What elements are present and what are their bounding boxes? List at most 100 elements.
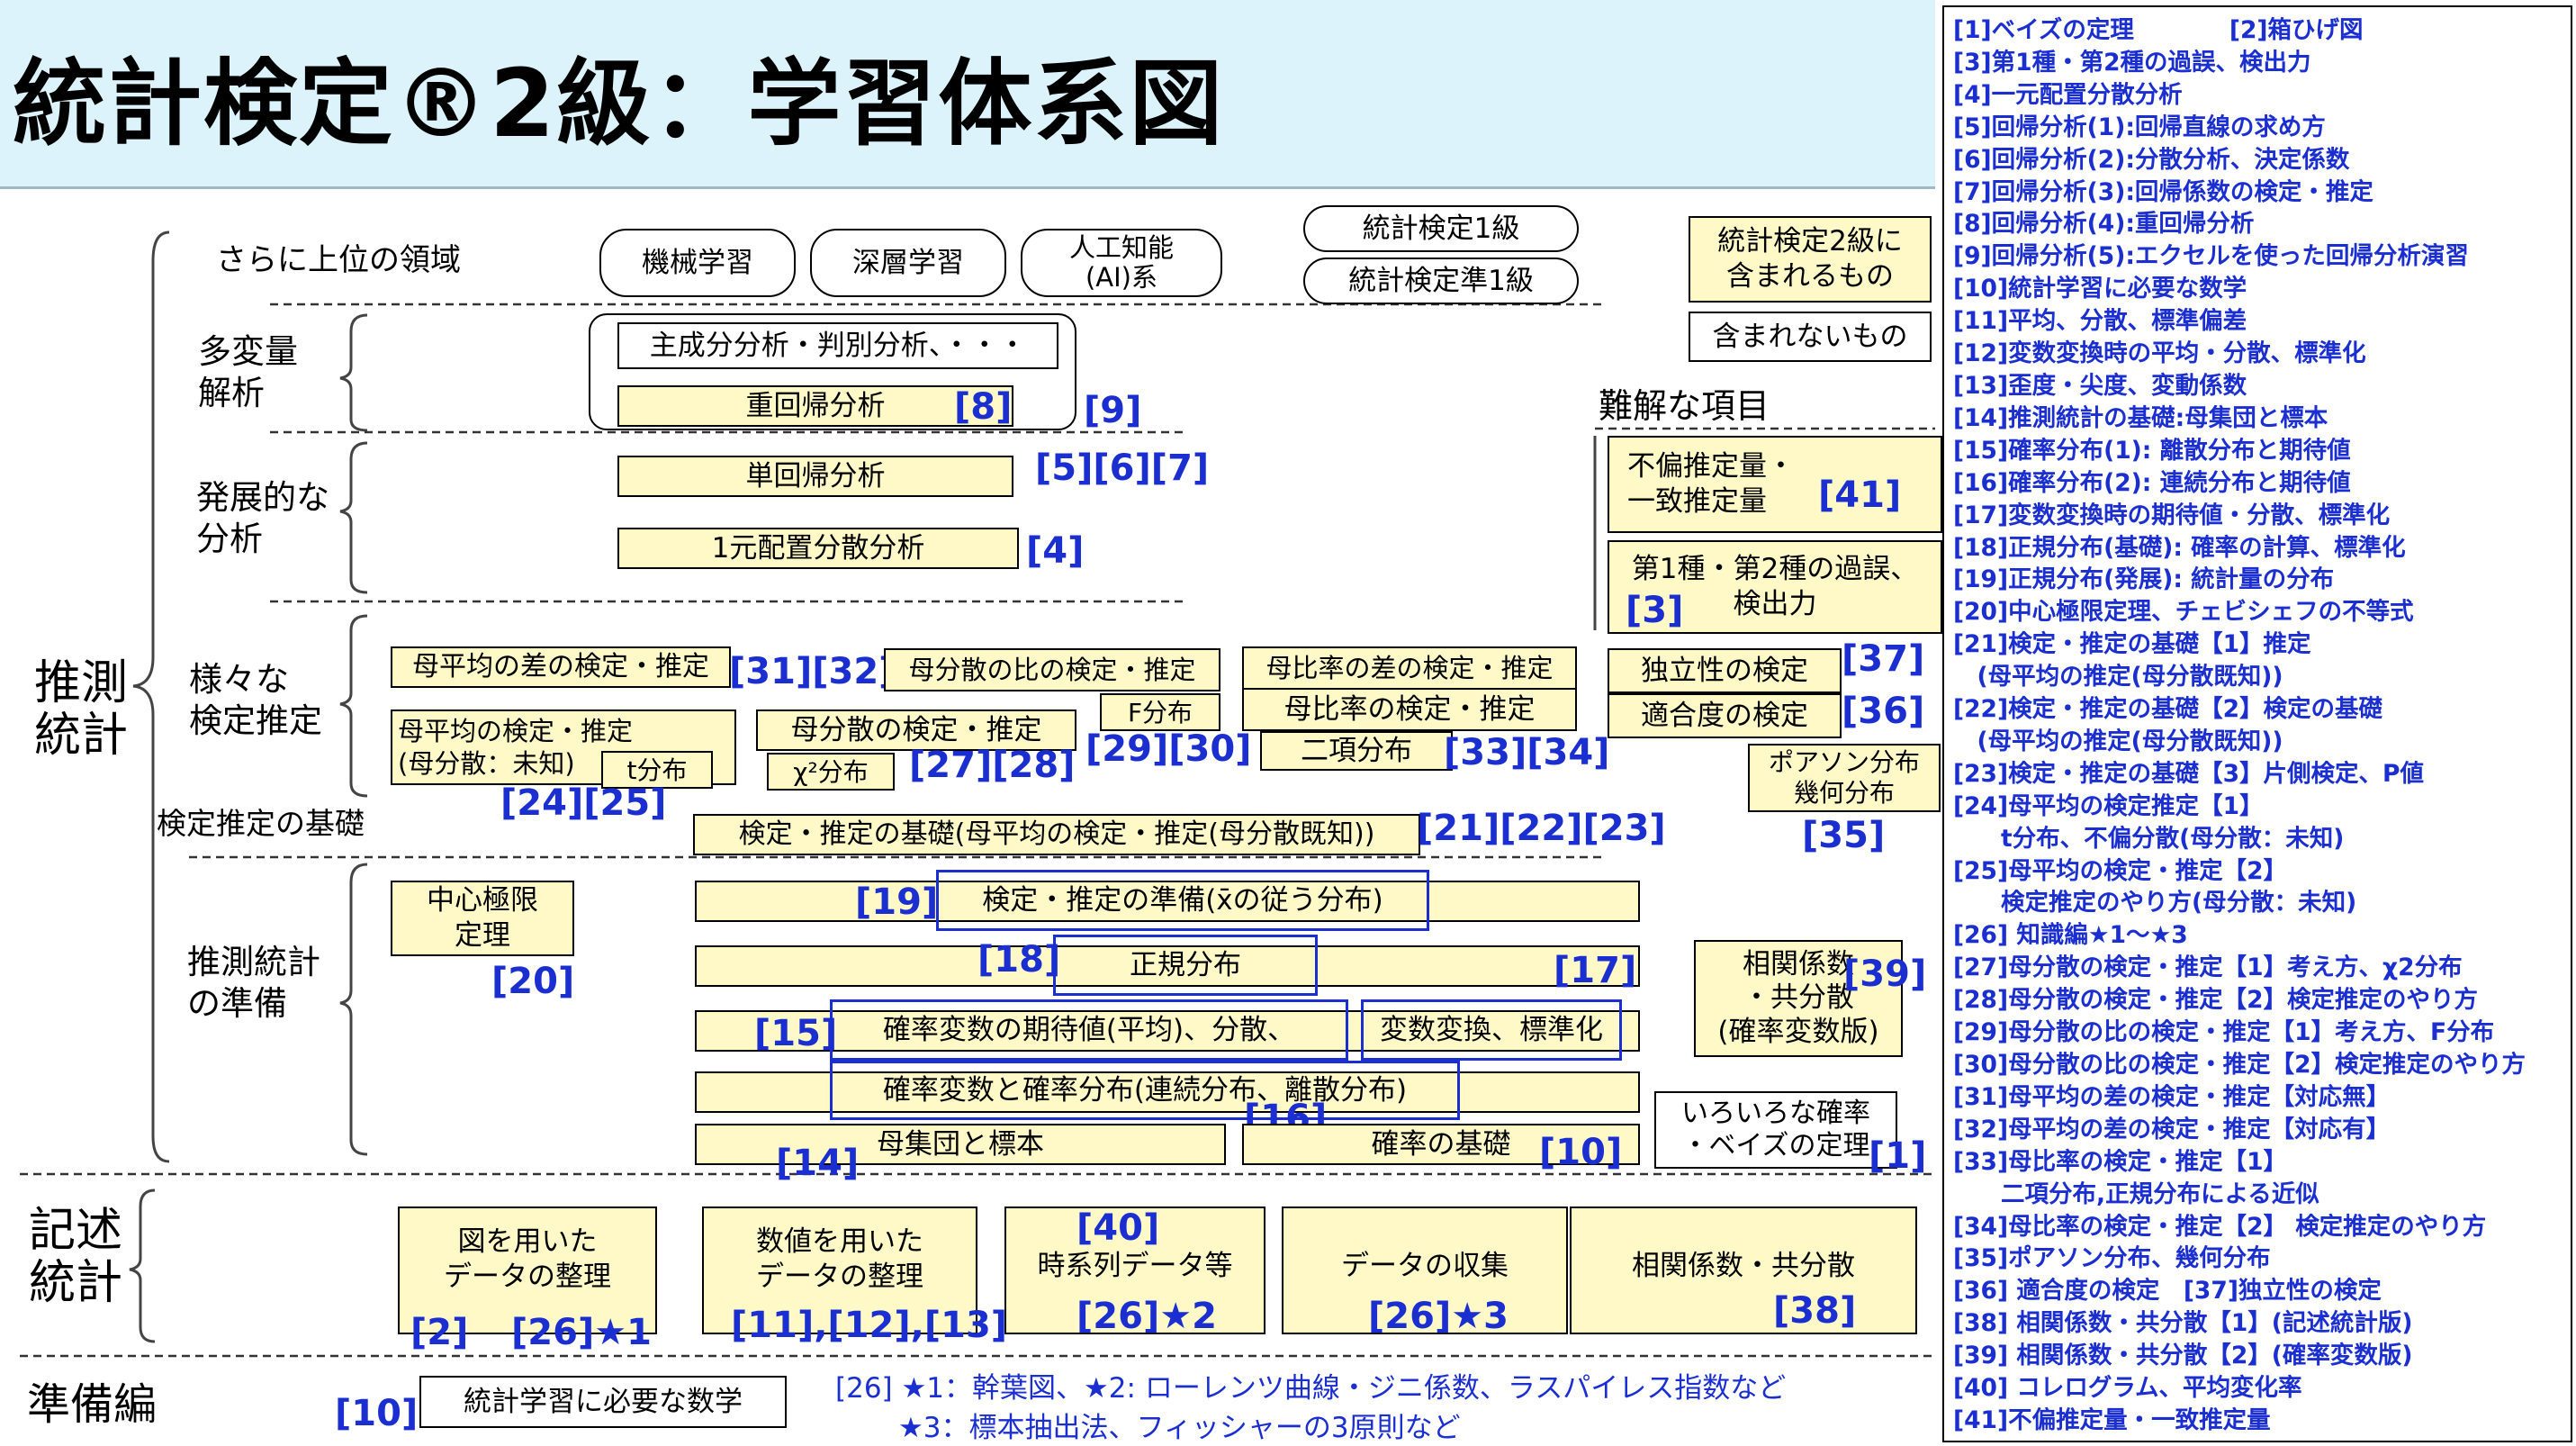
box-prep-xbar: 検定・推定の準備(x̄の従う分布) [936, 870, 1429, 931]
index-item: [13]歪度・尖度、変動係数 [1953, 371, 2247, 400]
box-chi-square-distribution: χ²分布 [767, 753, 895, 791]
box-poisson: ポアソン分布 幾何分布 [1748, 744, 1941, 812]
index-panel: [1]ベイズの定理 [2]箱ひげ図 [3]第1種・第2種の過誤、検出力 [4]一元配… [1942, 5, 2572, 1442]
box-pre-grade1: 統計検定準1級 [1303, 258, 1579, 304]
index-item: [11]平均、分散、標準偏差 [1953, 307, 2247, 336]
ref-18: [18] [977, 939, 1061, 981]
box-ai: 人工知能 (AI)系 [1021, 229, 1222, 297]
ref-38: [38] [1773, 1290, 1857, 1332]
index-item: [17]変数変換時の期待値・分散、標準化 [1953, 501, 2391, 529]
ref-26-star3: [26]★3 [1368, 1296, 1509, 1337]
index-item: (母平均の推定(母分散既知)) [1953, 727, 2283, 755]
brace-prep [339, 863, 368, 1156]
index-item: [9]回帰分析(5):エクセルを使った回帰分析演習 [1953, 242, 2469, 271]
index-item: 検定推定のやり方(母分散：未知) [1953, 889, 2357, 917]
ref-14: [14] [776, 1143, 860, 1184]
section-various-tests: 様々な 検定推定 [189, 660, 322, 741]
index-item: (母平均の推定(母分散既知)) [1953, 663, 2283, 691]
brace-multivariate [339, 313, 368, 432]
index-item: [29]母分散の比の検定・推定【1】考え方、F分布 [1953, 1018, 2495, 1047]
ref-33-34: [33][34] [1444, 732, 1610, 773]
box-anova: 1元配置分散分析 [617, 528, 1019, 569]
brace-various [339, 614, 368, 798]
box-test-basics: 検定・推定の基礎(母平均の検定・推定(母分散既知)) [693, 814, 1420, 855]
index-item: [31]母平均の差の検定・推定【対応無】 [1953, 1082, 2391, 1111]
section-inference-prep: 推測統計 の準備 [187, 943, 320, 1024]
index-item: [3]第1種・第2種の過誤、検出力 [1953, 48, 2311, 77]
ref-10-math: [10] [335, 1393, 419, 1434]
index-item: [25]母平均の検定・推定【2】 [1953, 856, 2288, 885]
ref-17: [17] [1554, 950, 1637, 991]
ref-41: [41] [1818, 474, 1902, 516]
box-mean-difference: 母平均の差の検定・推定 [391, 646, 731, 688]
box-proportion-difference: 母比率の差の検定・推定 [1242, 646, 1577, 690]
index-item: [30]母分散の比の検定・推定【2】検定推定のやり方 [1953, 1051, 2526, 1079]
index-item: [5]回帰分析(1):回帰直線の求め方 [1953, 113, 2326, 141]
ref-8: [8] [954, 386, 1013, 428]
section-higher: さらに上位の領域 [216, 242, 461, 278]
index-item: [38] 相関係数・共分散【1】(記述統計版) [1953, 1309, 2413, 1338]
legend-not-included: 含まれないもの [1689, 312, 1932, 362]
box-normal: 正規分布 [1053, 935, 1318, 996]
index-item: [1]ベイズの定理 [2]箱ひげ図 [1953, 16, 2364, 44]
box-grade1: 統計検定1級 [1303, 205, 1579, 252]
ref-15: [15] [754, 1013, 838, 1054]
index-item: [32]母平均の差の検定・推定【対応有】 [1953, 1115, 2391, 1143]
section-descriptive: 記述 統計 [29, 1204, 123, 1311]
box-math: 統計学習に必要な数学 [419, 1376, 787, 1428]
ref-35: [35] [1802, 815, 1886, 856]
index-item: [24]母平均の検定推定【1】 [1953, 791, 2264, 820]
footnote-line1: [26] ★1：幹葉図、★2: ローレンツ曲線・ジニ係数、ラスパイレス指数など [835, 1372, 1787, 1405]
ref-5-6-7: [5][6][7] [1035, 447, 1210, 489]
ref-10-basics: [10] [1539, 1132, 1623, 1173]
index-item: [27]母分散の検定・推定【1】考え方、χ2分布 [1953, 953, 2463, 982]
box-pca: 主成分分析・判別分析、・・・ [617, 322, 1058, 369]
box-goodness-of-fit: 適合度の検定 [1608, 693, 1842, 738]
ref-20: [20] [491, 961, 575, 1002]
ref-26-star1: [26]★1 [511, 1312, 652, 1353]
ref-11-12-13: [11],[12],[13] [731, 1305, 1008, 1346]
index-item: [39] 相関係数・共分散【2】(確率変数版) [1953, 1342, 2413, 1370]
section-preparation: 準備編 [27, 1379, 158, 1430]
box-distribution: 確率変数と確率分布(連続分布、離散分布) [830, 1061, 1460, 1120]
section-multivariate: 多変量 解析 [198, 332, 298, 413]
index-item: [8]回帰分析(4):重回帰分析 [1953, 210, 2255, 239]
index-item: 二項分布,正規分布による近似 [1953, 1179, 2319, 1208]
ref-4: [4] [1026, 530, 1085, 572]
index-item: [16]確率分布(2): 連続分布と期待値 [1953, 468, 2351, 497]
index-item: [14]推測統計の基礎:母集団と標本 [1953, 403, 2328, 432]
box-bayes: いろいろな確率 ・ベイズの定理 [1654, 1091, 1897, 1169]
ref-39: [39] [1843, 953, 1927, 995]
ref-2: [2] [410, 1312, 469, 1353]
index-item: [41]不偏推定量・一致推定量 [1953, 1405, 2271, 1434]
index-item: [22]検定・推定の基礎【2】検定の基礎 [1953, 695, 2383, 724]
box-machine-learning: 機械学習 [599, 229, 796, 297]
ref-36: [36] [1842, 691, 1925, 732]
section-test-basics: 検定推定の基礎 [157, 806, 365, 841]
legend-included: 統計検定2級に 含まれるもの [1689, 216, 1932, 303]
brace-advanced [339, 441, 368, 594]
ref-27-28: [27][28] [909, 745, 1076, 786]
ref-31-32: [31][32] [729, 651, 896, 692]
index-item: [7]回帰分析(3):回帰係数の検定・推定 [1953, 177, 2373, 206]
ref-26-star2: [26]★2 [1076, 1296, 1217, 1337]
ref-3: [3] [1626, 590, 1684, 631]
index-item: [34]母比率の検定・推定【2】 検定推定のやり方 [1953, 1212, 2487, 1241]
box-population: 母集団と標本 [695, 1124, 1226, 1165]
box-proportion-test: 母比率の検定・推定 [1242, 688, 1577, 731]
index-item: [18]正規分布(基礎): 確率の計算、標準化 [1953, 533, 2406, 562]
index-item: [26] 知識編★1～★3 [1953, 921, 2188, 950]
box-simple-regression: 単回帰分析 [617, 456, 1013, 497]
footnote-line2: ★3：標本抽出法、フィッシャーの3原則など [898, 1412, 1461, 1444]
section-inferential: 推測 統計 [34, 656, 129, 764]
box-transform: 変数変換、標準化 [1361, 999, 1622, 1061]
section-difficult: 難解な項目 [1599, 386, 1770, 426]
index-item: [33]母比率の検定・推定【1】 [1953, 1147, 2288, 1176]
index-item: [19]正規分布(発展): 統計量の分布 [1953, 565, 2335, 594]
index-item: [40] コレログラム、平均変化率 [1953, 1374, 2302, 1403]
index-item: [21]検定・推定の基礎【1】推定 [1953, 630, 2311, 659]
index-item: t分布、不偏分散(母分散：未知) [1953, 824, 2345, 853]
brace-inferential [132, 230, 170, 1163]
index-item: [10]統計学習に必要な数学 [1953, 275, 2247, 303]
section-advanced: 発展的な 分析 [196, 478, 329, 559]
